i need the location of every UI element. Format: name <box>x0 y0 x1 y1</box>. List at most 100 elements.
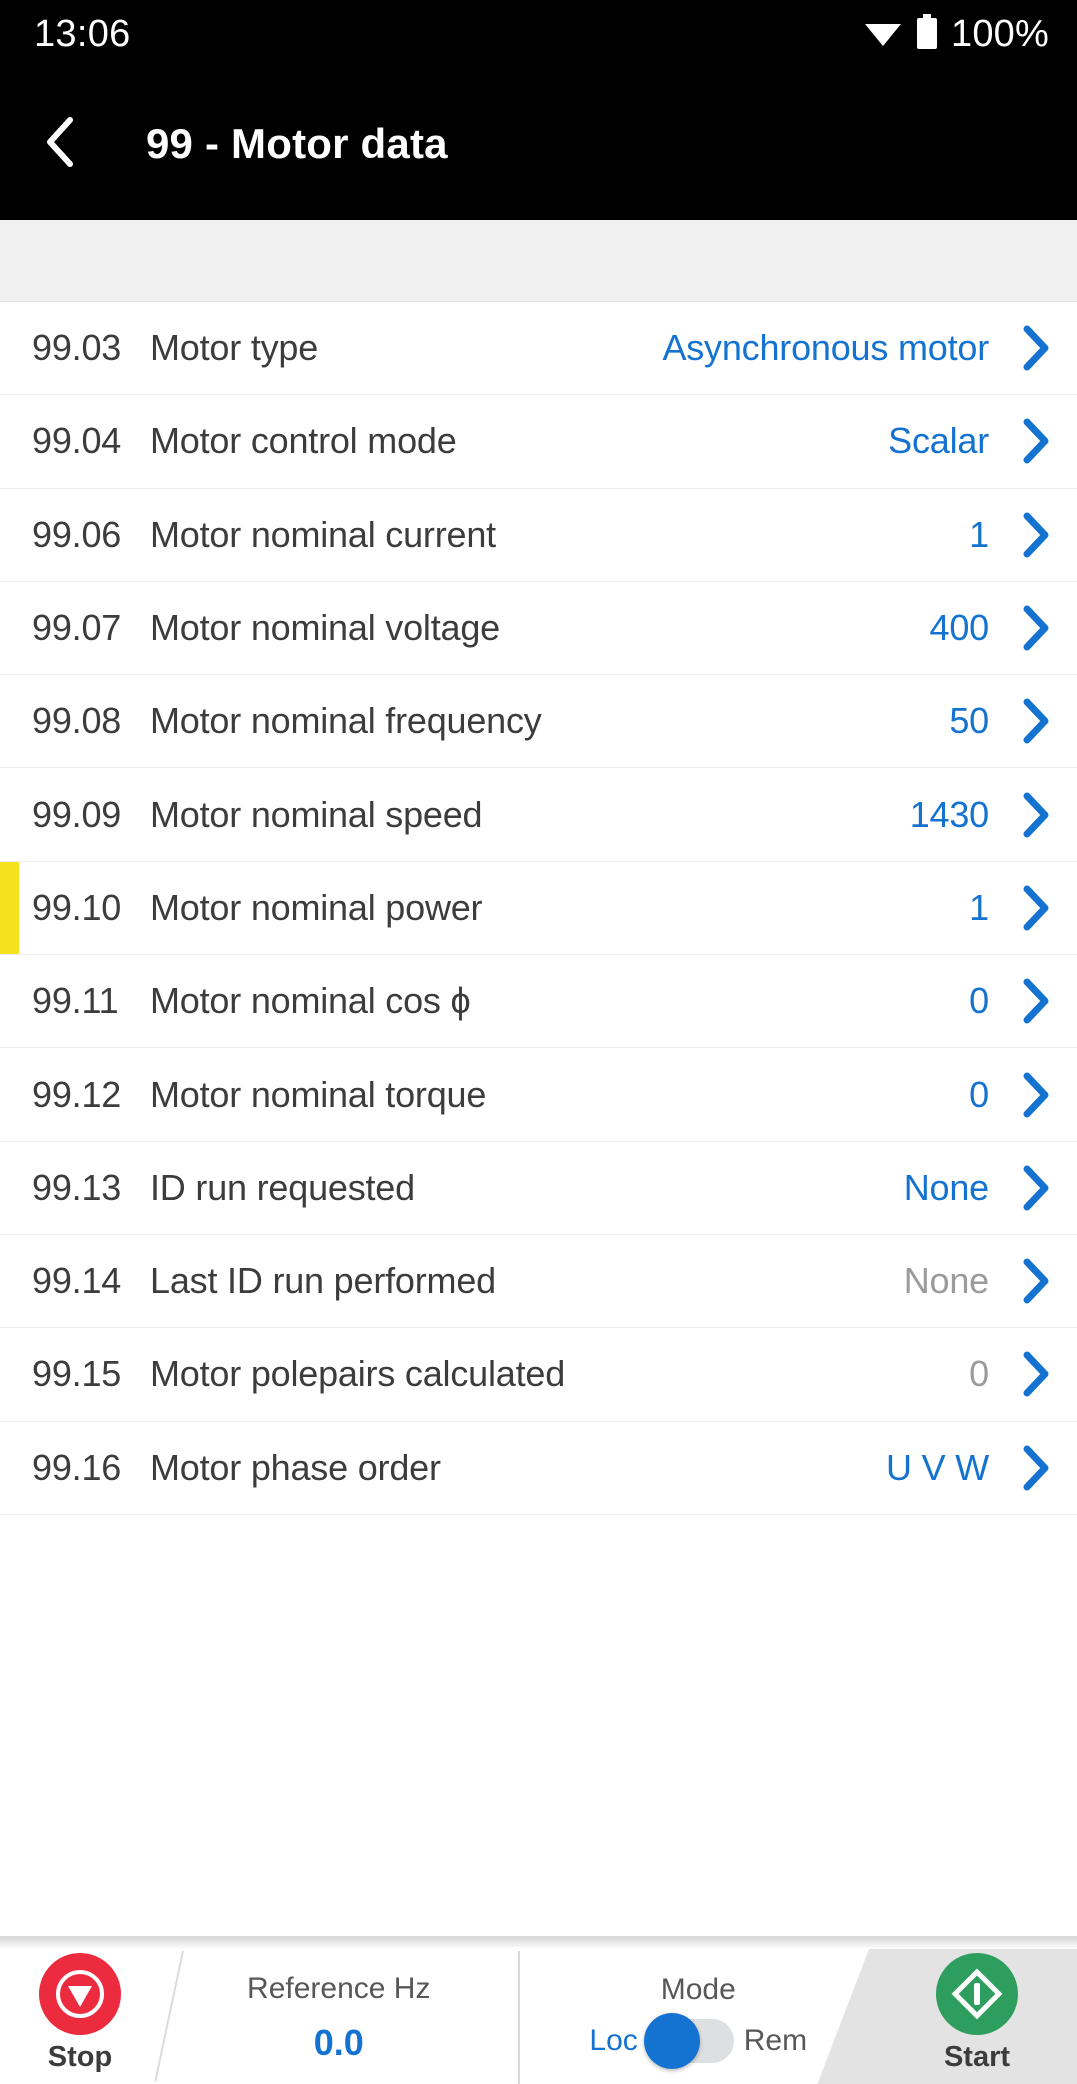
parameter-index: 99.09 <box>32 793 122 835</box>
parameter-index: 99.14 <box>32 1260 122 1302</box>
table-row[interactable]: 99.09 Motor nominal speed 1430 <box>0 768 1077 862</box>
mode-remote-label[interactable]: Rem <box>744 2024 807 2058</box>
parameter-value: 0 <box>969 1353 989 1395</box>
table-row[interactable]: 99.10 Motor nominal power 1 <box>0 861 1077 956</box>
modified-flag <box>0 861 19 955</box>
reference-label: Reference Hz <box>247 1971 431 2005</box>
chevron-right-icon[interactable] <box>1013 697 1077 745</box>
modified-flag <box>0 955 19 1047</box>
table-row[interactable]: 99.07 Motor nominal voltage 400 <box>0 581 1077 676</box>
parameter-name: Motor nominal cos ϕ <box>150 980 471 1022</box>
mode-toggle-group[interactable]: Loc Rem <box>589 2012 807 2069</box>
parameter-index: 99.04 <box>32 420 122 462</box>
chevron-right-icon[interactable] <box>1013 884 1077 932</box>
chevron-right-icon[interactable] <box>1013 417 1077 465</box>
modified-flag <box>0 675 19 767</box>
parameter-index: 99.03 <box>32 327 122 369</box>
table-row[interactable]: 99.14 Last ID run performed None <box>0 1234 1077 1329</box>
parameter-name: Motor phase order <box>150 1446 441 1488</box>
chevron-right-icon[interactable] <box>1013 791 1077 839</box>
parameter-value: 1 <box>969 886 989 928</box>
start-label: Start <box>943 2041 1011 2073</box>
control-bar: Stop Reference Hz 0.0 Mode Loc Rem Start <box>0 1936 1077 2084</box>
modified-flag <box>0 582 19 674</box>
parameter-index: 99.08 <box>32 700 122 742</box>
reference-field[interactable]: Reference Hz 0.0 <box>160 1951 520 2084</box>
parameter-index: 99.11 <box>32 980 119 1022</box>
parameter-index: 99.15 <box>32 1353 122 1395</box>
table-row[interactable]: 99.13 ID run requested None <box>0 1141 1077 1235</box>
parameter-name: Last ID run performed <box>150 1260 496 1302</box>
parameter-value: Scalar <box>888 420 989 462</box>
chevron-left-icon <box>42 114 82 175</box>
chevron-right-icon[interactable] <box>1013 324 1077 372</box>
chevron-right-icon[interactable] <box>1013 1257 1077 1305</box>
wifi-icon <box>863 16 903 53</box>
modified-flag <box>0 1328 19 1420</box>
chevron-right-icon[interactable] <box>1013 1164 1077 1212</box>
parameter-value: Asynchronous motor <box>662 327 989 369</box>
table-row[interactable]: 99.15 Motor polepairs calculated 0 <box>0 1328 1077 1422</box>
parameter-value: 0 <box>969 980 989 1022</box>
chevron-right-icon[interactable] <box>1013 604 1077 652</box>
modified-flag <box>0 489 19 581</box>
parameter-index: 99.10 <box>32 886 122 928</box>
motor-data-screen: 13:06 100% 99 - Motor data 99.03 Motor t… <box>0 0 1077 2084</box>
parameter-name: Motor polepairs calculated <box>150 1353 566 1395</box>
start-button[interactable]: Start <box>817 1937 1077 2084</box>
parameter-index: 99.13 <box>32 1166 122 1208</box>
mode-toggle-switch[interactable] <box>643 2012 734 2069</box>
parameter-name: Motor nominal frequency <box>150 700 542 742</box>
table-row[interactable]: 99.04 Motor control mode Scalar <box>0 395 1077 489</box>
chevron-right-icon[interactable] <box>1013 511 1077 559</box>
status-bar: 13:06 100% <box>0 0 1077 68</box>
parameter-value: 400 <box>929 607 990 649</box>
stop-button[interactable]: Stop <box>0 1937 160 2084</box>
table-row[interactable]: 99.12 Motor nominal torque 0 <box>0 1048 1077 1142</box>
parameter-value: None <box>903 1260 989 1302</box>
table-row[interactable]: 99.06 Motor nominal current 1 <box>0 488 1077 582</box>
parameter-value: U V W <box>886 1446 989 1488</box>
parameter-value: 50 <box>949 700 989 742</box>
mode-local-label[interactable]: Loc <box>589 2024 637 2058</box>
parameter-name: Motor control mode <box>150 420 457 462</box>
chevron-right-icon[interactable] <box>1013 1444 1077 1492</box>
table-row[interactable]: 99.03 Motor type Asynchronous motor <box>0 302 1077 396</box>
parameter-list: 99.03 Motor type Asynchronous motor 99.04 Mo… <box>0 302 1077 1936</box>
chevron-right-icon[interactable] <box>1013 1350 1077 1398</box>
modified-flag <box>0 1422 19 1514</box>
table-row[interactable]: 99.08 Motor nominal frequency 50 <box>0 675 1077 769</box>
parameter-index: 99.12 <box>32 1073 122 1115</box>
modified-flag <box>0 1235 19 1327</box>
start-icon <box>936 1953 1018 2035</box>
parameter-name: ID run requested <box>150 1166 415 1208</box>
modified-flag <box>0 395 19 487</box>
toggle-thumb <box>643 2012 700 2069</box>
stop-label: Stop <box>47 2041 113 2073</box>
modified-flag <box>0 1142 19 1234</box>
parameter-name: Motor nominal torque <box>150 1073 487 1115</box>
battery-percent: 100% <box>951 12 1049 55</box>
status-indicators: 100% <box>863 13 1049 56</box>
parameter-value: None <box>903 1166 989 1208</box>
modified-flag <box>0 1048 19 1140</box>
parameter-index: 99.06 <box>32 513 122 555</box>
table-row[interactable]: 99.11 Motor nominal cos ϕ 0 <box>0 955 1077 1049</box>
parameter-name: Motor nominal power <box>150 886 483 928</box>
app-bar: 99 - Motor data <box>0 68 1077 220</box>
parameter-name: Motor nominal voltage <box>150 607 500 649</box>
chevron-right-icon[interactable] <box>1013 977 1077 1025</box>
parameter-index: 99.16 <box>32 1446 122 1488</box>
battery-icon <box>915 13 939 55</box>
parameter-name: Motor type <box>150 327 319 369</box>
back-button[interactable] <box>42 114 102 174</box>
parameter-name: Motor nominal current <box>150 513 496 555</box>
parameter-name: Motor nominal speed <box>150 793 483 835</box>
stop-icon <box>39 1953 121 2035</box>
parameter-index: 99.07 <box>32 607 122 649</box>
table-row[interactable]: 99.16 Motor phase order U V W <box>0 1421 1077 1515</box>
parameter-value: 1430 <box>909 793 989 835</box>
parameter-value: 0 <box>969 1073 989 1115</box>
modified-flag <box>0 302 19 394</box>
chevron-right-icon[interactable] <box>1013 1071 1077 1119</box>
